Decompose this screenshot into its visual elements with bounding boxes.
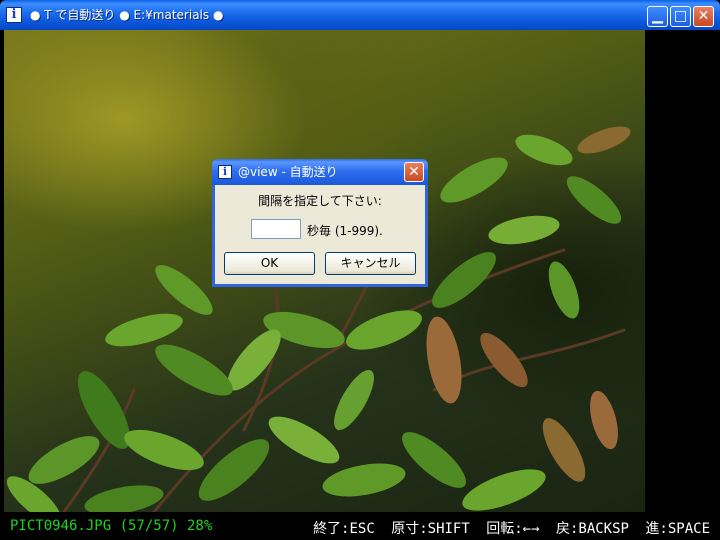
- hint-next: 進:SPACE: [645, 521, 710, 537]
- interval-unit-label: 秒毎 (1-999).: [307, 224, 383, 238]
- empty-margin: [645, 30, 720, 512]
- maximize-icon: □: [673, 8, 688, 24]
- window-titlebar[interactable]: i ● T で自動送り ● E:¥materials ● ▁ □ ✕: [0, 0, 720, 30]
- dialog-title: @view - 自動送り: [238, 165, 338, 179]
- close-icon: ✕: [697, 8, 710, 24]
- dialog-info-icon: i: [218, 165, 232, 179]
- app-info-icon[interactable]: i: [6, 7, 22, 23]
- maximize-button[interactable]: □: [670, 6, 691, 27]
- dialog-titlebar[interactable]: i @view - 自動送り ✕: [212, 159, 428, 185]
- window-title: ● T で自動送り ● E:¥materials ●: [30, 8, 224, 22]
- dialog-close-button[interactable]: ✕: [404, 162, 424, 182]
- status-bar: PICT0946.JPG (57/57) 28% 終了:ESC 原寸:SHIFT…: [0, 512, 720, 540]
- hint-actual-size: 原寸:SHIFT: [391, 521, 470, 537]
- hint-back: 戻:BACKSP: [555, 521, 629, 537]
- hint-rotate: 回転:←→: [486, 521, 540, 537]
- minimize-button[interactable]: ▁: [647, 6, 668, 27]
- minimize-icon: ▁: [652, 8, 663, 24]
- cancel-button[interactable]: キャンセル: [325, 252, 416, 275]
- interval-input[interactable]: [251, 219, 301, 239]
- close-button[interactable]: ✕: [693, 6, 714, 27]
- file-status: PICT0946.JPG (57/57) 28%: [10, 518, 213, 534]
- ok-button[interactable]: OK: [224, 252, 315, 275]
- close-icon: ✕: [408, 164, 420, 180]
- auto-advance-dialog: i @view - 自動送り ✕ 間隔を指定して下さい: 秒毎 (1-999).…: [212, 159, 428, 287]
- hint-exit: 終了:ESC: [313, 521, 375, 537]
- dialog-prompt: 間隔を指定して下さい:: [258, 194, 382, 208]
- key-hints: 終了:ESC 原寸:SHIFT 回転:←→ 戻:BACKSP 進:SPACE: [305, 518, 710, 538]
